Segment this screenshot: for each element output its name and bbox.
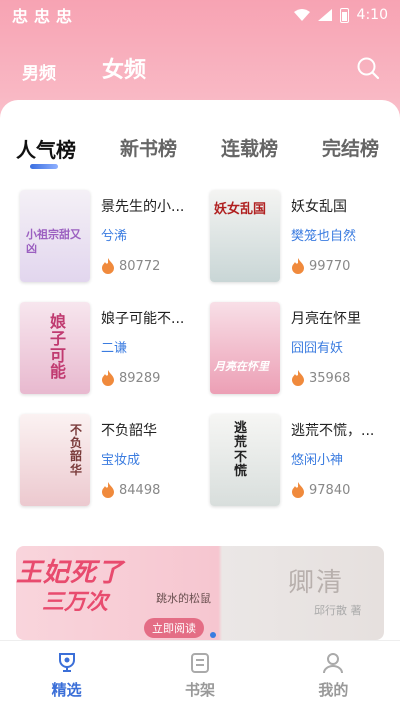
flame-icon <box>292 370 304 386</box>
heat-value: 99770 <box>309 258 351 274</box>
heat-value: 84498 <box>119 482 161 498</box>
flame-icon <box>102 482 114 498</box>
book-cover: 不负韶华 <box>20 414 90 506</box>
book-title: 不负韶华 <box>101 423 157 439</box>
book-author: 囧囧有妖 <box>291 341 344 356</box>
heat-value: 80772 <box>119 258 161 274</box>
flame-icon <box>102 370 114 386</box>
book-item[interactable]: 娘子可能 娘子可能不... 二谦 89289 <box>20 302 200 394</box>
banner-title-line-2: 三万次 <box>42 589 109 615</box>
notification-icons: 忠 忠 忠 <box>12 3 72 27</box>
book-cover: 逃荒不慌 <box>210 414 280 506</box>
banner-author: 跳水的松鼠 <box>156 592 211 605</box>
cover-title: 逃荒不慌 <box>234 421 248 479</box>
book-title: 妖女乱国 <box>291 199 347 215</box>
app-notification-icon: 忠 <box>12 7 29 26</box>
cover-title: 小祖宗甜又凶 <box>26 228 81 256</box>
battery-icon <box>339 7 349 23</box>
flame-icon <box>292 258 304 274</box>
book-heat: 84498 <box>101 482 160 498</box>
nav-featured-label: 精选 <box>51 681 82 699</box>
flame-icon <box>292 482 304 498</box>
read-now-button[interactable]: 立即阅读 <box>144 618 204 638</box>
book-heat: 89289 <box>101 370 160 386</box>
rank-tabs: 人气榜 新书榜 连载榜 完结榜 <box>16 134 379 169</box>
book-author: 樊笼也自然 <box>291 229 357 244</box>
tab-popular-label: 人气榜 <box>16 138 76 162</box>
book-item[interactable]: 月亮在怀里 月亮在怀里 囧囧有妖 35968 <box>210 302 390 394</box>
promo-banner[interactable]: 王妃死了 三万次 跳水的松鼠 立即阅读 卿清 邱行散 著 <box>16 546 384 640</box>
app-notification-icon: 忠 <box>34 7 51 26</box>
user-icon <box>323 653 344 674</box>
tab-new-books[interactable]: 新书榜 <box>120 134 177 163</box>
cover-title: 妖女乱国 <box>214 202 267 217</box>
book-author: 兮浠 <box>101 229 128 244</box>
tab-male[interactable]: 男频 <box>22 59 56 84</box>
flame-icon <box>102 258 114 274</box>
search-icon[interactable] <box>356 56 380 80</box>
nav-bookshelf-label: 书架 <box>184 681 215 699</box>
signal-icon <box>317 9 332 21</box>
book-item[interactable]: 逃荒不慌 逃荒不慌，... 悠闲小神 97840 <box>210 414 390 506</box>
book-title: 景先生的小... <box>101 199 185 215</box>
heat-value: 35968 <box>309 370 351 386</box>
tab-serializing[interactable]: 连载榜 <box>221 134 278 163</box>
book-cover: 月亮在怀里 <box>210 302 280 394</box>
active-tab-indicator <box>30 164 58 169</box>
wifi-icon <box>293 9 310 21</box>
book-item[interactable]: 妖女乱国 妖女乱国 樊笼也自然 99770 <box>210 190 390 282</box>
trophy-icon <box>58 653 75 672</box>
book-heat: 35968 <box>291 370 350 386</box>
book-heat: 99770 <box>291 258 350 274</box>
nav-profile-label: 我的 <box>318 681 349 699</box>
book-heat: 97840 <box>291 482 350 498</box>
app-notification-icon: 忠 <box>56 7 73 26</box>
gender-tabs: 男频 女频 <box>22 52 146 84</box>
bottom-nav: 精选 书架 我的 <box>0 640 400 710</box>
book-item[interactable]: 小祖宗甜又凶 景先生的小... 兮浠 80772 <box>20 190 200 282</box>
book-cover: 小祖宗甜又凶 <box>20 190 90 282</box>
clock: 4:10 <box>356 7 388 23</box>
carousel-indicator <box>210 632 216 638</box>
book-cover: 娘子可能 <box>20 302 90 394</box>
status-bar: 忠 忠 忠 4:10 <box>0 0 400 30</box>
tab-completed[interactable]: 完结榜 <box>322 134 379 163</box>
heat-value: 89289 <box>119 370 161 386</box>
heat-value: 97840 <box>309 482 351 498</box>
book-item[interactable]: 不负韶华 不负韶华 宝妆成 84498 <box>20 414 200 506</box>
cover-title: 不负韶华 <box>70 423 83 477</box>
nav-bookshelf[interactable]: 书架 <box>133 641 266 710</box>
nav-profile[interactable]: 我的 <box>267 641 400 710</box>
book-author: 宝妆成 <box>101 453 141 468</box>
book-title: 月亮在怀里 <box>291 311 361 327</box>
book-title: 娘子可能不... <box>101 311 185 327</box>
banner-next-title: 卿清 <box>288 568 345 598</box>
banner-next-author: 邱行散 著 <box>314 604 362 617</box>
cover-title: 娘子可能 <box>50 312 67 382</box>
tab-popular[interactable]: 人气榜 <box>16 134 76 169</box>
book-author: 悠闲小神 <box>291 453 344 468</box>
nav-featured[interactable]: 精选 <box>0 641 133 710</box>
book-cover: 妖女乱国 <box>210 190 280 282</box>
main-panel: 人气榜 新书榜 连载榜 完结榜 小祖宗甜又凶 景先生的小... 兮浠 80772… <box>0 100 400 640</box>
book-title: 逃荒不慌，... <box>291 423 375 439</box>
bookshelf-icon <box>190 653 209 673</box>
cover-title: 月亮在怀里 <box>214 360 269 373</box>
book-author: 二谦 <box>101 341 128 356</box>
tab-female[interactable]: 女频 <box>102 52 146 84</box>
book-heat: 80772 <box>101 258 160 274</box>
